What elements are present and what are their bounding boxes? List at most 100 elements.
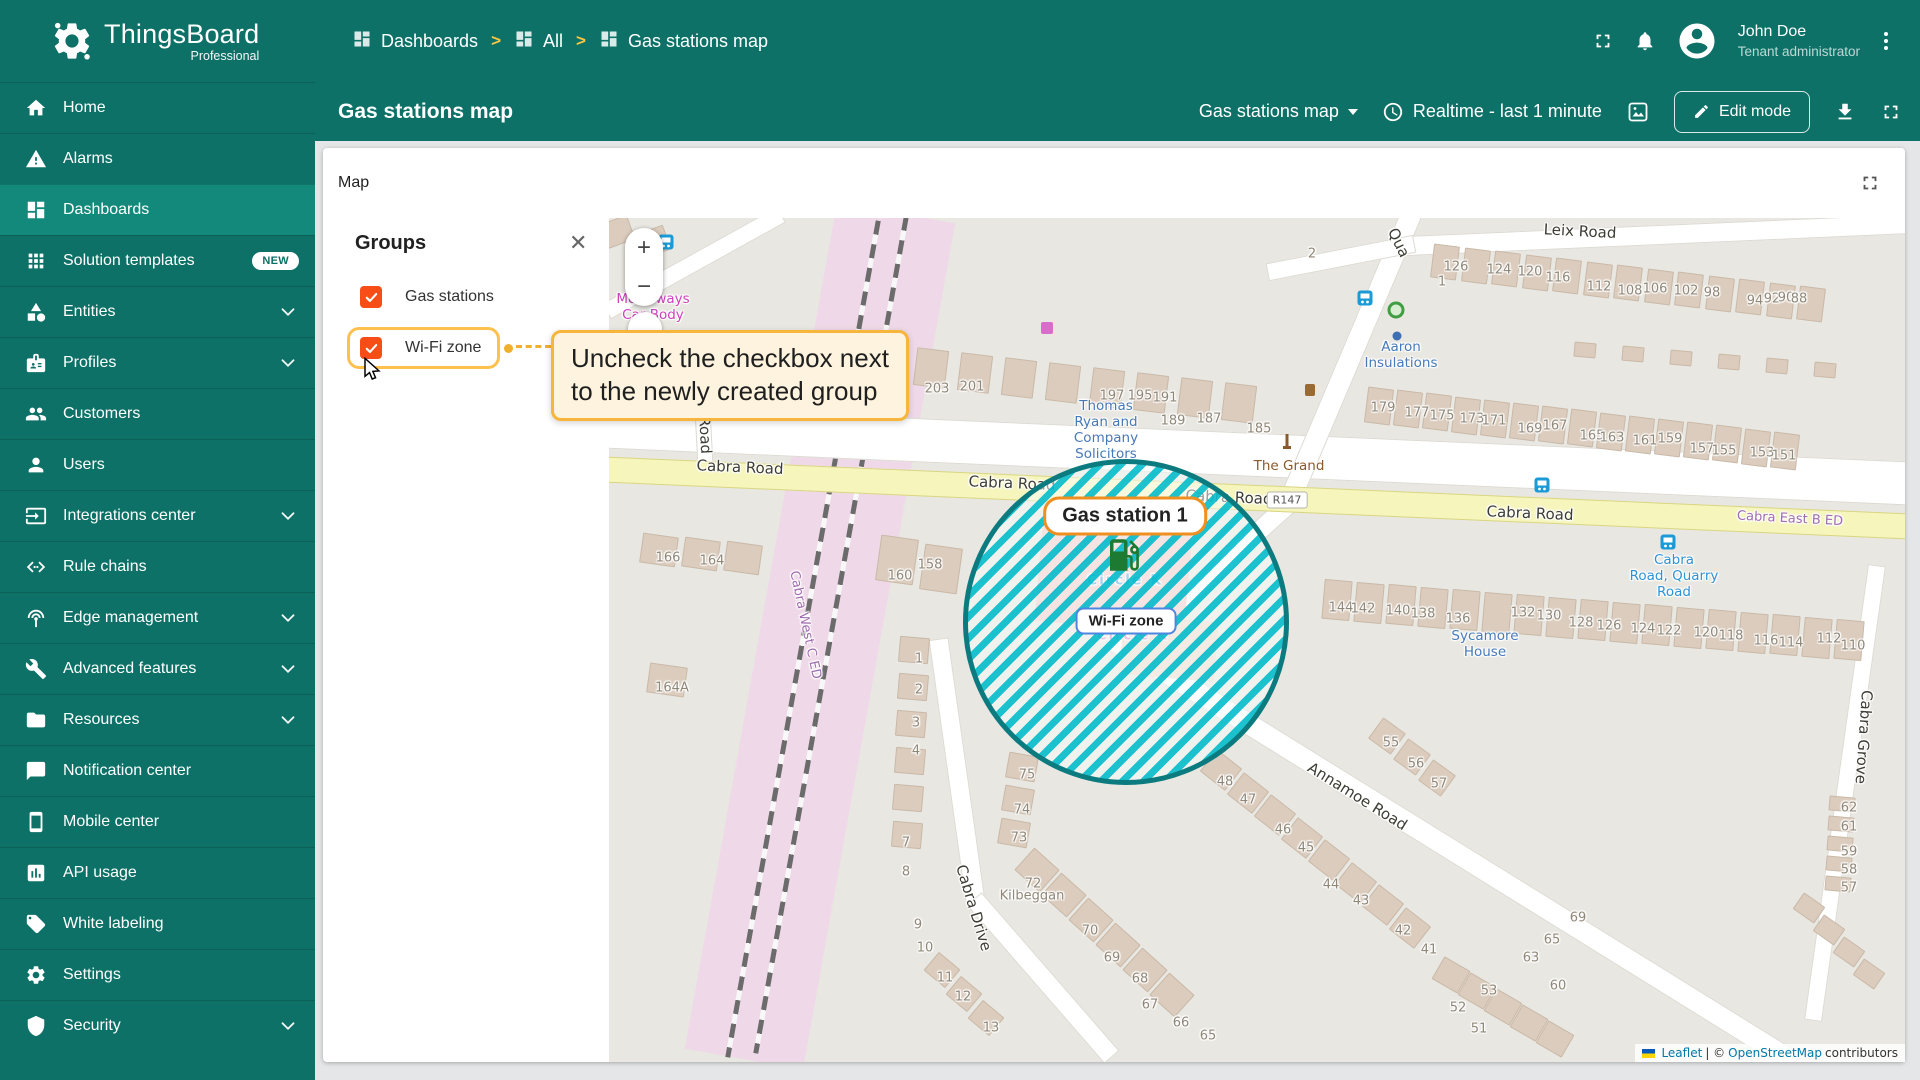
apps-icon [24,249,48,273]
map-label: Cabra Road [1486,502,1574,525]
house-number: 130 [1536,608,1562,624]
leaflet-link[interactable]: Leaflet [1661,1046,1702,1060]
group-row-wi-fi-zone[interactable]: Wi-Fi zone [360,337,481,359]
sidebar-item-alarms[interactable]: Alarms [0,133,315,184]
sidebar-item-label: Mobile center [63,813,160,830]
house-number: 65 [1199,1028,1217,1044]
osm-link[interactable]: OpenStreetMap [1728,1046,1822,1060]
fuel-pump-icon[interactable] [1103,534,1145,580]
house-number: 126 [1596,618,1622,634]
sidebar-item-home[interactable]: Home [0,82,315,133]
sidebar-nav: Home Alarms Dashboards Solution templates NE… [0,82,315,1051]
top-header: Dashboards > All > Gas stations map John Doe… [315,0,1920,82]
house-number: 8 [901,864,911,880]
sidebar-item-api-usage[interactable]: API usage [0,847,315,898]
map-attribution: Leaflet | © OpenStreetMap contributors [1635,1044,1905,1062]
logo[interactable]: ThingsBoard Professional [0,0,315,82]
sidebar-item-label: Customers [63,405,141,422]
house-number: 164A [655,680,689,696]
tutorial-tooltip: Uncheck the checkbox next to the newly c… [551,330,909,421]
chevron-down-icon [277,607,299,629]
house-number: 67 [1141,997,1159,1013]
house-number: 158 [917,557,943,573]
sidebar-item-notification-center[interactable]: Notification center [0,745,315,796]
checkbox-gas-stations[interactable] [360,286,382,308]
category-icon [24,300,48,324]
zoom-in-button[interactable]: + [637,235,651,260]
sidebar-item-label: Advanced features [63,660,197,677]
gas-station-marker-label[interactable]: Gas station 1 [1043,496,1207,536]
house-number: 62 [1840,800,1858,816]
sidebar-item-profiles[interactable]: Profiles [0,337,315,388]
checkbox-wi-fi-zone[interactable] [360,337,382,359]
image-export-icon[interactable] [1626,100,1650,124]
dashboard-select[interactable]: Gas stations map [1199,101,1358,122]
sidebar-item-users[interactable]: Users [0,439,315,490]
dashboard-icon [514,29,534,54]
sidebar-item-security[interactable]: Security [0,1000,315,1051]
building [896,672,929,702]
sidebar-item-rule-chains[interactable]: Rule chains [0,541,315,592]
avatar[interactable] [1676,20,1718,62]
group-label: Wi-Fi zone [405,339,482,356]
sidebar-item-dashboards[interactable]: Dashboards [0,184,315,235]
download-icon[interactable] [1834,101,1856,123]
house-number: 160 [887,568,913,584]
fullscreen-icon[interactable] [1592,30,1614,52]
sidebar-item-white-labeling[interactable]: White labeling [0,898,315,949]
house-number: 68 [1131,971,1149,987]
notifications-bell-icon[interactable] [1634,30,1656,52]
house-number: 116 [1545,270,1571,286]
sidebar-item-advanced-features[interactable]: Advanced features [0,643,315,694]
house-number: 159 [1657,431,1683,447]
house-number: 114 [1778,635,1804,651]
label-icon [24,912,48,936]
sidebar-item-label: API usage [63,864,137,881]
sidebar-item-mobile-center[interactable]: Mobile center [0,796,315,847]
breadcrumb-label: Gas stations map [627,30,769,51]
breadcrumb: Dashboards > All > Gas stations map [352,29,768,54]
sidebar-item-solution-templates[interactable]: Solution templates NEW [0,235,315,286]
bus-map-icon [1357,290,1373,310]
house-number: 57 [1430,776,1448,792]
user-info[interactable]: John Doe Tenant administrator [1738,22,1860,60]
user-name: John Doe [1737,22,1807,40]
edit-mode-button[interactable]: Edit mode [1673,90,1810,133]
chevron-down-icon [277,709,299,731]
sidebar-item-integrations-center[interactable]: Integrations center [0,490,315,541]
breadcrumb-item-dashboards[interactable]: Dashboards [352,29,478,54]
close-icon[interactable]: ✕ [569,230,587,256]
chevron-down-icon [277,301,299,323]
zoom-out-button[interactable]: − [637,274,651,299]
time-window-button[interactable]: Realtime - last 1 minute [1382,101,1602,123]
sidebar-item-edge-management[interactable]: Edge management [0,592,315,643]
rule-icon [24,555,48,579]
house-number: 10 [916,940,934,956]
expand-dashboard-icon[interactable] [1880,101,1902,123]
widget-fullscreen-icon[interactable] [1859,172,1881,194]
shield-icon [24,1014,48,1038]
breadcrumb-item-all[interactable]: All [514,29,563,54]
house-number: 59 [1840,844,1858,860]
map-zoom-control[interactable]: + − [625,228,663,306]
sidebar-item-customers[interactable]: Customers [0,388,315,439]
house-number: 169 [1517,421,1543,437]
house-number: 151 [1771,448,1797,464]
sidebar-item-entities[interactable]: Entities [0,286,315,337]
sidebar-item-resources[interactable]: Resources [0,694,315,745]
house-number: 118 [1718,628,1744,644]
more-menu-icon[interactable] [1880,28,1892,54]
sidebar-item-settings[interactable]: Settings [0,949,315,1000]
building [723,540,763,576]
wifi-zone-marker-label[interactable]: Wi-Fi zone [1075,607,1177,635]
chart-icon [24,861,48,885]
house-number: 75 [1018,767,1036,783]
green-map-icon [1387,301,1405,319]
mobile-icon [24,810,48,834]
house-number: 179 [1370,400,1396,416]
group-row-gas-stations[interactable]: Gas stations [360,286,494,308]
house-number: 94 [1746,293,1764,309]
breadcrumb-item-gas-stations-map[interactable]: Gas stations map [599,29,768,54]
dashboard-toolbar: Gas stations map Gas stations map Realti… [315,82,1920,141]
bus-map-icon [1534,477,1550,497]
